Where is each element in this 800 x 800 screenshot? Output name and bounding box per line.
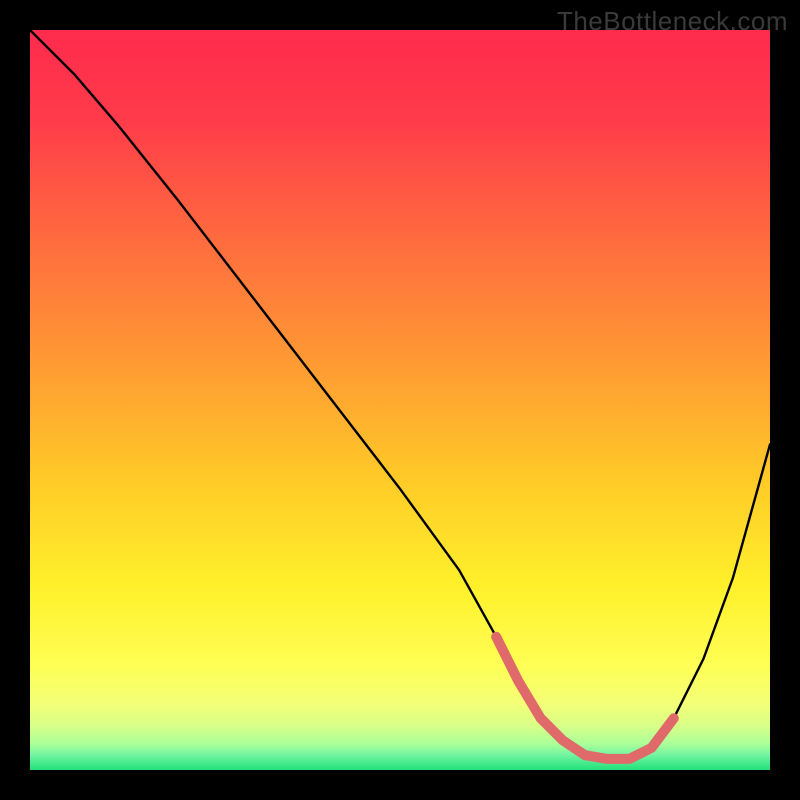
- curve-line: [30, 30, 770, 759]
- optimal-zone-highlight: [496, 637, 674, 759]
- plot-area: [30, 30, 770, 770]
- bottleneck-curve: [30, 30, 770, 770]
